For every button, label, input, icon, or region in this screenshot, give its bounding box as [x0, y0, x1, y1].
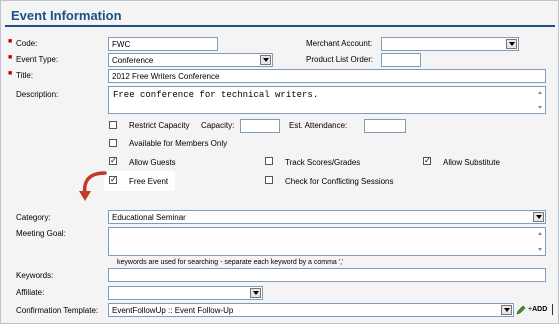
category-label: Category:: [16, 213, 51, 222]
event-type-label: Event Type:: [16, 55, 59, 64]
allow-guests-label: Allow Guests: [129, 158, 176, 167]
code-field[interactable]: FWC: [108, 37, 218, 51]
affiliate-select[interactable]: [108, 286, 263, 300]
scroll-up-icon[interactable]: [538, 91, 542, 94]
merchant-account-select[interactable]: [381, 37, 519, 51]
code-label: Code:: [16, 39, 38, 48]
capacity-label: Capacity:: [201, 121, 235, 130]
category-select[interactable]: Educational Seminar: [108, 210, 546, 224]
title-label: Title:: [16, 71, 34, 80]
description-value: Free conference for technical writers.: [113, 90, 319, 100]
allow-substitute-label: Allow Substitute: [443, 158, 500, 167]
affiliate-label: Affiliate:: [16, 288, 45, 297]
required-marker-title: ■: [8, 70, 13, 77]
panel-header: Event Information: [5, 5, 555, 27]
keywords-label: Keywords:: [16, 271, 54, 280]
event-type-select[interactable]: Conference: [108, 53, 273, 67]
category-value: Educational Seminar: [112, 213, 186, 222]
free-event-checkbox[interactable]: [109, 176, 117, 184]
chevron-down-icon[interactable]: [501, 305, 512, 315]
confirmation-template-select[interactable]: EventFollowUp :: Event Follow-Up: [108, 303, 514, 317]
capacity-field[interactable]: [240, 119, 280, 133]
members-only-checkbox[interactable]: [109, 139, 117, 147]
track-scores-label: Track Scores/Grades: [285, 158, 361, 167]
callout-arrow-icon: [79, 171, 107, 201]
event-information-panel: Event Information ■ Code: FWC Merchant A…: [0, 0, 559, 324]
keywords-hint: keywords are used for searching - separa…: [117, 259, 344, 266]
add-label: ADD: [532, 306, 548, 313]
est-attendance-field[interactable]: [364, 119, 406, 133]
merchant-account-label: Merchant Account:: [306, 39, 373, 48]
allow-guests-checkbox[interactable]: [109, 157, 117, 165]
scroll-up-icon[interactable]: [538, 232, 542, 235]
chevron-down-icon[interactable]: [533, 212, 544, 222]
meeting-goal-textarea[interactable]: [108, 227, 546, 256]
est-attendance-label: Est. Attendance:: [289, 121, 348, 130]
meeting-goal-label: Meeting Goal:: [16, 229, 66, 238]
page-title: Event Information: [11, 8, 122, 23]
conflicting-sessions-label: Check for Conflicting Sessions: [285, 177, 394, 186]
add-template-link[interactable]: +ADD: [528, 306, 547, 313]
required-marker-event-type: ■: [8, 54, 13, 61]
restrict-capacity-checkbox[interactable]: [109, 121, 117, 129]
scroll-down-icon[interactable]: [538, 106, 542, 109]
description-textarea[interactable]: Free conference for technical writers.: [108, 86, 546, 114]
restrict-capacity-label: Restrict Capacity: [129, 121, 190, 130]
conflicting-sessions-checkbox[interactable]: [265, 176, 273, 184]
divider: [552, 304, 553, 315]
track-scores-checkbox[interactable]: [265, 157, 273, 165]
product-list-order-field[interactable]: [381, 53, 421, 67]
members-only-label: Available for Members Only: [129, 139, 228, 148]
required-marker-code: ■: [8, 38, 13, 45]
scrollbar[interactable]: [535, 87, 545, 113]
title-field[interactable]: 2012 Free Writers Conference: [108, 69, 546, 83]
product-list-order-label: Product List Order:: [306, 55, 374, 64]
free-event-label: Free Event: [129, 177, 169, 186]
chevron-down-icon[interactable]: [250, 288, 261, 298]
keywords-field[interactable]: [108, 268, 546, 282]
allow-substitute-checkbox[interactable]: [423, 157, 431, 165]
scrollbar[interactable]: [535, 228, 545, 255]
event-type-value: Conference: [112, 56, 154, 65]
chevron-down-icon[interactable]: [506, 39, 517, 49]
confirmation-template-value: EventFollowUp :: Event Follow-Up: [112, 306, 234, 315]
scroll-down-icon[interactable]: [538, 248, 542, 251]
confirmation-template-label: Confirmation Template:: [16, 306, 99, 315]
description-label: Description:: [16, 90, 59, 99]
chevron-down-icon[interactable]: [260, 55, 271, 65]
edit-pencil-icon[interactable]: [516, 305, 526, 315]
